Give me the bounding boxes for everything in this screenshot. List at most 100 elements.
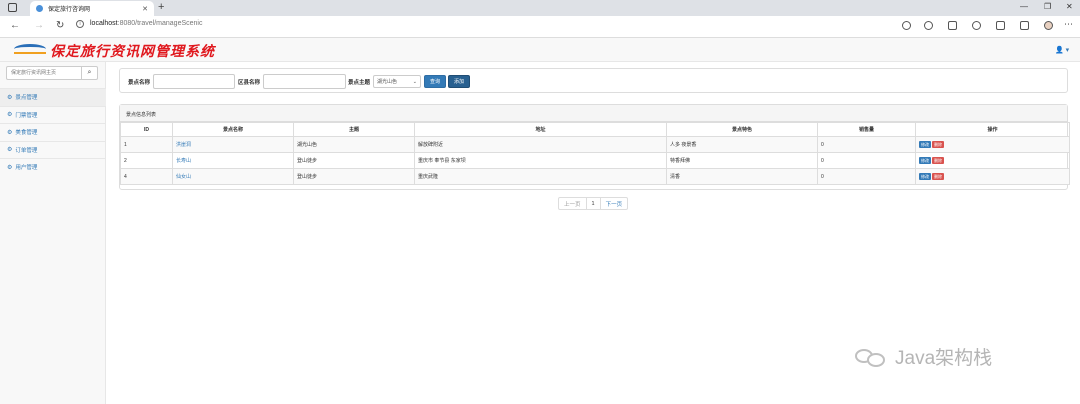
table-row: 1 洪崖洞 湖光山色 解放碑附近 人多 夜景香 0 修改 删除 [120, 136, 1070, 153]
url-field[interactable]: localhost:8080/travel/manageScenic [90, 20, 202, 27]
user-menu-icon[interactable]: 👤 ▾ [1055, 46, 1069, 54]
back-button[interactable]: ← [10, 20, 20, 31]
area-name-input[interactable] [263, 74, 346, 89]
cell-id: 4 [120, 168, 173, 185]
theme-select-value: 湖光山色 [377, 79, 398, 85]
list-heading: 景点信息列表 [120, 105, 1067, 122]
table-row: 2 长寿山 登山徒步 重庆市 奉节县 东家坝 特香拜佛 0 修改 删除 [120, 152, 1070, 169]
forward-button[interactable]: → [34, 20, 44, 31]
gear-icon: ⚙ [7, 94, 13, 101]
add-button[interactable]: 添加 [448, 75, 470, 88]
column-header: 景点名称 [172, 122, 294, 137]
edit-button[interactable]: 修改 [919, 157, 931, 164]
table-row: 4 仙女山 登山徒步 重庆武隆 清香 0 修改 删除 [120, 168, 1070, 185]
edit-button[interactable]: 修改 [919, 141, 931, 148]
tab-title: 保定旅行咨询网 [48, 7, 91, 13]
maximize-button[interactable]: ❐ [1044, 2, 1051, 11]
cell-name-link[interactable]: 长寿山 [172, 152, 294, 169]
favicon-icon [36, 5, 43, 12]
delete-button[interactable]: 删除 [932, 173, 944, 180]
gear-icon: ⚙ [7, 112, 13, 119]
sidebar-item-label: 景点管理 [15, 95, 38, 102]
browser-tab[interactable]: 保定旅行咨询网 ✕ [30, 1, 154, 16]
sidebar-search-input[interactable] [6, 66, 82, 80]
close-window-button[interactable]: ✕ [1066, 2, 1073, 11]
wechat-icon [855, 347, 889, 367]
favorite-star-icon[interactable] [924, 21, 933, 30]
column-header: 操作 [915, 122, 1070, 137]
column-header: 销售量 [817, 122, 916, 137]
app-title: 保定旅行资讯网管理系统 [50, 44, 215, 60]
scenic-name-label: 景点名称 [128, 80, 151, 86]
sidebar-item-label: 订单管理 [15, 147, 38, 154]
collections-icon[interactable] [1020, 21, 1029, 30]
scenic-name-input[interactable] [153, 74, 235, 89]
cell-address: 重庆市 奉节县 东家坝 [414, 152, 667, 169]
search-icon[interactable]: ⌕ [82, 66, 98, 80]
theme-label: 景点主题 [348, 80, 371, 86]
cell-actions: 修改 删除 [915, 168, 1070, 185]
reload-button[interactable]: ↻ [56, 20, 64, 31]
favorites-icon[interactable] [996, 21, 1005, 30]
table-header-row: ID 景点名称 主题 地址 景点特色 销售量 操作 [120, 122, 1070, 137]
browser-menu-icon[interactable]: ⋯ [1064, 19, 1073, 30]
sidebar-item-food[interactable]: ⚙ 美食管理 [0, 123, 106, 141]
cell-name-link[interactable]: 仙女山 [172, 168, 294, 185]
delete-button[interactable]: 删除 [932, 157, 944, 164]
sidebar-menu: ⚙ 景点管理 ⚙ 门票管理 ⚙ 美食管理 ⚙ 订单管理 ⚙ 用户管理 [0, 88, 106, 176]
delete-button[interactable]: 删除 [932, 141, 944, 148]
cell-theme: 湖光山色 [293, 136, 415, 153]
window-menu-icon[interactable] [8, 3, 17, 12]
chevron-down-icon: ⌄ [412, 78, 417, 85]
minimize-button[interactable]: — [1020, 2, 1028, 11]
profile-avatar-icon[interactable] [1044, 21, 1053, 30]
sidebar-item-label: 门票管理 [15, 112, 38, 119]
refresh-ext-icon[interactable] [972, 21, 981, 30]
sidebar-item-orders[interactable]: ⚙ 订单管理 [0, 140, 106, 159]
tab-close-icon[interactable]: ✕ [142, 5, 148, 13]
gear-icon: ⚙ [7, 129, 13, 136]
gear-icon: ⚙ [7, 147, 13, 154]
watermark: Java架构栈 [855, 343, 992, 370]
address-bar: ← → ↻ i localhost:8080/travel/manageScen… [0, 16, 1080, 38]
scenic-table: ID 景点名称 主题 地址 景点特色 销售量 操作 1 洪崖洞 湖光山色 解放碑… [120, 122, 1070, 185]
theme-select[interactable]: 湖光山色 ⌄ [373, 75, 421, 88]
cell-feature: 清香 [666, 168, 818, 185]
sidebar-item-tickets[interactable]: ⚙ 门票管理 [0, 105, 106, 124]
filter-panel: 景点名称 区县名称 景点主题 湖光山色 ⌄ 查询 添加 [119, 68, 1068, 93]
column-header: 主题 [293, 122, 415, 137]
edit-button[interactable]: 修改 [919, 173, 931, 180]
cell-sales: 0 [817, 136, 916, 153]
cell-feature: 特香拜佛 [666, 152, 818, 169]
area-name-label: 区县名称 [238, 80, 261, 86]
pagination: 上一页 1 下一页 [558, 197, 629, 210]
browser-tabbar: 保定旅行咨询网 ✕ + — ❐ ✕ [0, 0, 1080, 16]
sidebar-item-users[interactable]: ⚙ 用户管理 [0, 158, 106, 176]
zoom-icon[interactable] [902, 21, 911, 30]
site-info-icon[interactable]: i [76, 20, 84, 28]
column-header: 景点特色 [666, 122, 818, 137]
cell-address: 重庆武隆 [414, 168, 667, 185]
column-header: ID [120, 122, 173, 137]
query-button[interactable]: 查询 [424, 75, 446, 88]
cell-name-link[interactable]: 洪崖洞 [172, 136, 294, 153]
cell-feature: 人多 夜景香 [666, 136, 818, 153]
sidebar-item-scenic[interactable]: ⚙ 景点管理 [0, 88, 106, 106]
logo-icon [12, 42, 48, 57]
url-host: localhost [90, 20, 118, 27]
cell-theme: 登山徒步 [293, 152, 415, 169]
prev-page-button[interactable]: 上一页 [559, 198, 586, 209]
sidebar-item-label: 用户管理 [15, 165, 38, 172]
cell-id: 1 [120, 136, 173, 153]
cell-address: 解放碑附近 [414, 136, 667, 153]
gear-icon: ⚙ [7, 164, 13, 171]
current-page[interactable]: 1 [585, 198, 600, 209]
new-tab-button[interactable]: + [158, 1, 164, 13]
extension-icon[interactable] [948, 21, 957, 30]
scenic-list-panel: 景点信息列表 ID 景点名称 主题 地址 景点特色 销售量 操作 1 洪崖洞 湖… [119, 104, 1070, 190]
sidebar-search: ⌕ [6, 66, 98, 80]
app-header: 保定旅行资讯网管理系统 👤 ▾ [0, 38, 1080, 62]
sidebar-item-label: 美食管理 [15, 130, 38, 137]
next-page-button[interactable]: 下一页 [599, 198, 628, 209]
cell-actions: 修改 删除 [915, 136, 1070, 153]
